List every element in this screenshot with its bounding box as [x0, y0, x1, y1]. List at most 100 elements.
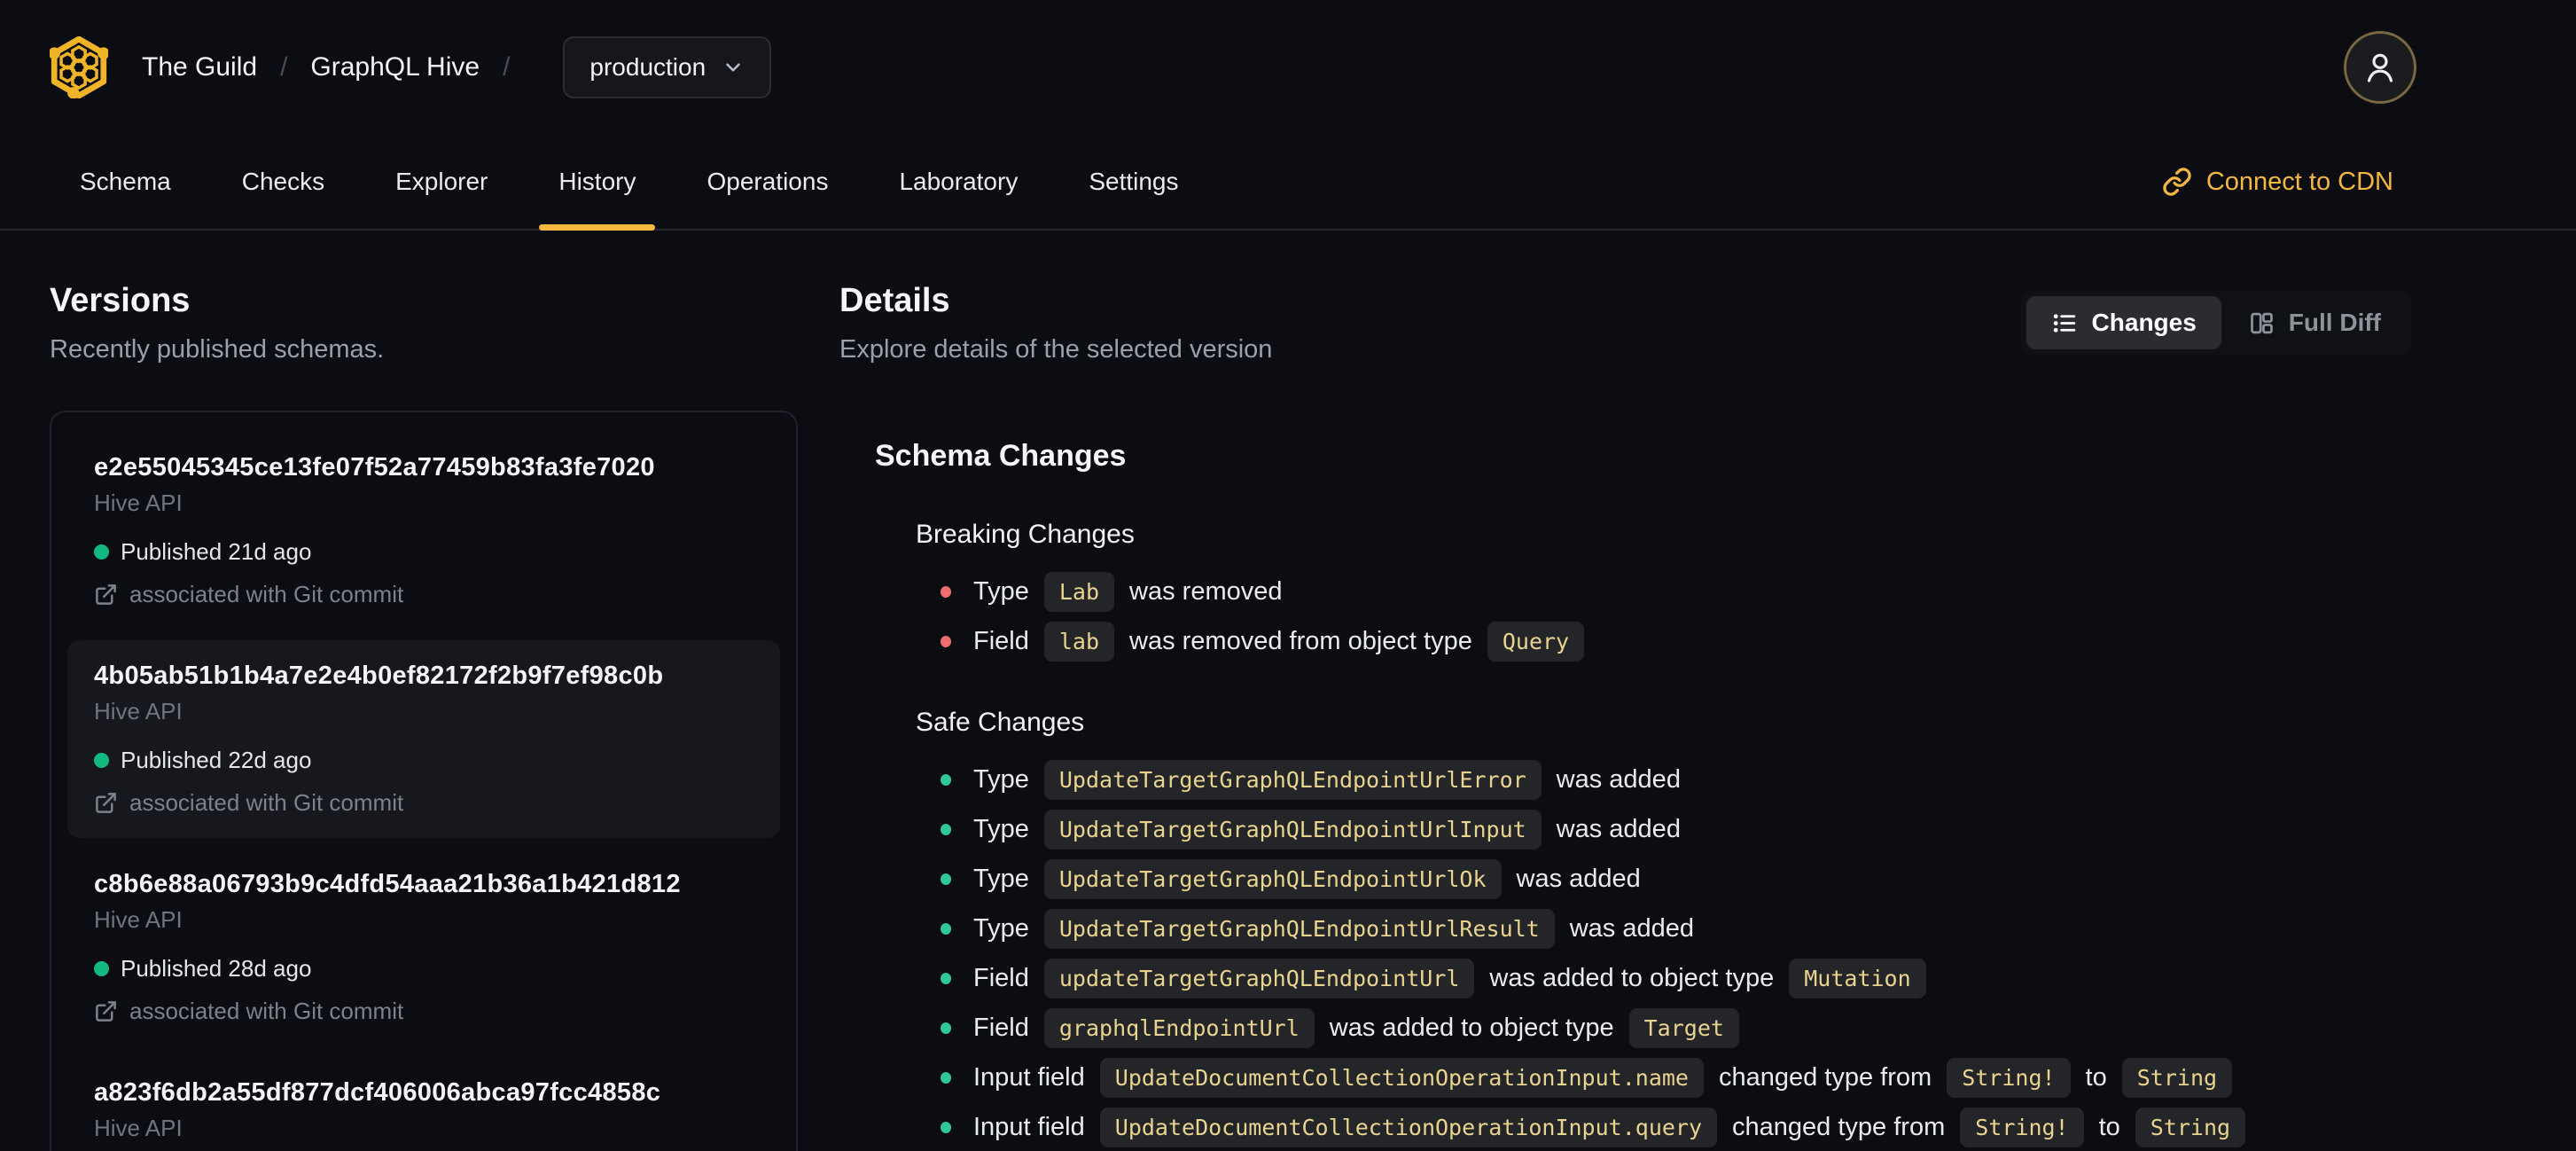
git-commit-link[interactable]: associated with Git commit	[94, 581, 753, 608]
change-code-badge: String!	[1947, 1057, 2071, 1098]
change-text: was added to object type	[1329, 1013, 1614, 1042]
published-label: Published 28d ago	[121, 955, 312, 982]
tab-laboratory[interactable]: Laboratory	[879, 135, 1037, 229]
change-code-badge: String!	[1960, 1107, 2084, 1147]
change-code-badge: UpdateDocumentCollectionOperationInput.n…	[1099, 1057, 1704, 1098]
published-label: Published 21d ago	[121, 538, 312, 565]
version-list: e2e55045345ce13fe07f52a77459b83fa3fe7020…	[50, 411, 798, 1151]
version-card[interactable]: e2e55045345ce13fe07f52a77459b83fa3fe7020…	[67, 432, 780, 630]
change-bullet	[941, 1022, 951, 1034]
change-code-badge: String	[2135, 1107, 2246, 1147]
connect-to-cdn-link[interactable]: Connect to CDN	[2162, 135, 2393, 229]
change-item: Type UpdateTargetGraphQLEndpointUrlInput w…	[941, 809, 2411, 850]
change-code-badge: String	[2121, 1057, 2233, 1098]
change-text: changed type from	[1732, 1112, 1946, 1141]
change-item: Input field UpdateDocumentCollectionOpera…	[941, 1057, 2411, 1098]
published-status: Published 21d ago	[94, 538, 753, 566]
versions-title: Versions	[50, 282, 191, 319]
change-item: Type UpdateTargetGraphQLEndpointUrlOk was …	[941, 858, 2411, 899]
change-item: Type UpdateTargetGraphQLEndpointUrlResult…	[941, 908, 2411, 949]
tab-history[interactable]: History	[539, 135, 656, 231]
main-content: Versions Recently published schemas. e2e…	[0, 232, 2576, 1151]
change-text: Field	[973, 626, 1029, 655]
change-bullet	[941, 972, 951, 984]
versions-panel: Versions Recently published schemas. e2e…	[50, 282, 798, 1151]
safe-changes-group: Safe Changes Type UpdateTargetGraphQLEndp…	[875, 708, 2411, 1147]
safe-changes-title: Safe Changes	[916, 708, 1085, 737]
change-bullet	[941, 1071, 951, 1084]
change-code-badge: Query	[1487, 621, 1585, 662]
chevron-down-icon	[726, 63, 740, 72]
change-text: Type	[973, 576, 1029, 606]
change-text: was removed	[1129, 576, 1283, 606]
change-bullet	[941, 635, 951, 647]
version-card[interactable]: a823f6db2a55df877dcf406006abca97fcc4858c…	[67, 1057, 780, 1151]
person-icon	[2367, 53, 2393, 82]
published-status: Published 22d ago	[94, 747, 753, 774]
change-code-badge: UpdateTargetGraphQLEndpointUrlError	[1043, 759, 1542, 800]
version-service: Hive API	[94, 698, 183, 724]
details-title: Details	[839, 282, 950, 319]
breadcrumb-separator: /	[503, 52, 511, 82]
list-icon	[2053, 313, 2075, 333]
change-text: to	[2098, 1112, 2120, 1141]
tab-operations[interactable]: Operations	[687, 135, 847, 229]
git-commit-label: associated with Git commit	[129, 998, 404, 1024]
version-card[interactable]: 4b05ab51b1b4a7e2e4b0ef82172f2b9f7ef98c0b…	[67, 640, 780, 838]
change-code-badge: UpdateTargetGraphQLEndpointUrlOk	[1043, 858, 1502, 899]
published-dot	[94, 961, 109, 976]
details-subtitle: Explore details of the selected version	[839, 335, 1273, 364]
published-label: Published 22d ago	[121, 747, 312, 773]
published-dot	[94, 544, 109, 560]
schema-changes-section: Schema Changes Breaking Changes Type Lab w…	[839, 439, 2411, 1147]
change-text: was added	[1556, 814, 1681, 843]
change-bullet	[941, 922, 951, 935]
project-link[interactable]: GraphQL Hive	[310, 52, 480, 82]
breaking-changes-group: Breaking Changes Type Lab was removed Field…	[875, 520, 2411, 662]
change-text: changed type from	[1718, 1062, 1932, 1092]
nav-tabs: Schema Checks Explorer History Operations Lab…	[60, 135, 1198, 231]
change-text: Type	[973, 913, 1029, 943]
change-text: Field	[973, 1013, 1029, 1042]
full-diff-view-button[interactable]: Full Diff	[2223, 296, 2406, 349]
change-text: was added	[1556, 764, 1681, 794]
breaking-changes-list: Type Lab was removed Field lab was removed fr…	[916, 571, 2411, 662]
change-code-badge: updateTargetGraphQLEndpointUrl	[1043, 958, 1475, 998]
nav-bar: Schema Checks Explorer History Operations Lab…	[0, 135, 2576, 231]
tab-checks[interactable]: Checks	[222, 135, 344, 229]
schema-changes-title: Schema Changes	[875, 439, 1127, 473]
change-text: was added	[1569, 913, 1695, 943]
change-text: was added to object type	[1489, 963, 1775, 992]
version-service: Hive API	[94, 1115, 183, 1141]
hive-logo-icon[interactable]	[50, 36, 108, 98]
breaking-changes-title: Breaking Changes	[916, 520, 1135, 549]
change-item: Input field UpdateDocumentCollectionOpera…	[941, 1107, 2411, 1147]
version-hash: a823f6db2a55df877dcf406006abca97fcc4858c	[94, 1078, 661, 1107]
git-commit-label: associated with Git commit	[129, 789, 404, 816]
changes-view-label: Changes	[2091, 309, 2197, 336]
git-commit-link[interactable]: associated with Git commit	[94, 789, 753, 817]
change-text: was added	[1516, 864, 1641, 893]
change-code-badge: Lab	[1043, 571, 1115, 612]
external-link-icon	[96, 1001, 116, 1022]
change-bullet	[941, 873, 951, 885]
environment-selector[interactable]: production	[563, 36, 772, 98]
change-code-badge: graphqlEndpointUrl	[1043, 1007, 1315, 1048]
changes-view-button[interactable]: Changes	[2026, 296, 2221, 349]
tab-settings[interactable]: Settings	[1069, 135, 1198, 229]
change-code-badge: Mutation	[1789, 958, 1926, 998]
tab-schema[interactable]: Schema	[60, 135, 191, 229]
change-bullet	[941, 773, 951, 786]
top-bar: The Guild / GraphQL Hive / production	[0, 0, 2576, 135]
change-code-badge: UpdateTargetGraphQLEndpointUrlResult	[1043, 908, 1555, 949]
external-link-icon	[96, 584, 116, 605]
git-commit-link[interactable]: associated with Git commit	[94, 998, 753, 1025]
change-text: Field	[973, 963, 1029, 992]
avatar-button[interactable]	[2344, 31, 2416, 104]
version-card[interactable]: c8b6e88a06793b9c4dfd54aaa21b36a1b421d812…	[67, 849, 780, 1046]
safe-changes-list: Type UpdateTargetGraphQLEndpointUrlError w…	[916, 759, 2411, 1147]
tab-explorer[interactable]: Explorer	[376, 135, 507, 229]
change-text: Input field	[973, 1062, 1085, 1092]
org-link[interactable]: The Guild	[142, 52, 257, 82]
breadcrumb-separator: /	[280, 52, 288, 82]
